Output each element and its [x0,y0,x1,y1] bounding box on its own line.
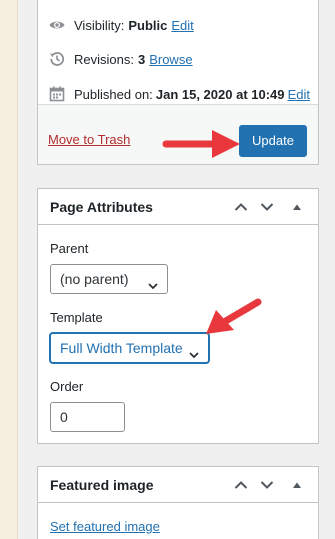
editor-background-strip [0,0,18,539]
chevron-down-icon[interactable] [258,198,276,216]
select-chevron-icon [188,342,200,359]
parent-select[interactable]: (no parent) [50,264,168,294]
chevron-down-icon[interactable] [258,476,276,494]
visibility-edit-link[interactable]: Edit [171,18,193,33]
parent-label: Parent [50,241,89,256]
featured-image-header: Featured image [38,467,318,503]
parent-select-value: (no parent) [60,271,129,287]
visibility-label: Visibility: [74,17,125,33]
chevron-up-icon[interactable] [232,198,250,216]
move-to-trash-link[interactable]: Move to Trash [48,132,130,147]
page-attributes-box: Page Attributes Parent (no parent) Templ… [37,188,319,444]
toggle-arrow-icon[interactable] [288,476,306,494]
revisions-label: Revisions: [74,51,134,67]
visibility-row: Visibility: Public Edit [48,15,310,35]
revisions-browse-link[interactable]: Browse [149,52,192,67]
featured-image-box: Featured image Set featured image [37,466,319,539]
published-date: Jan 15, 2020 at 10:49 [155,86,285,102]
eye-icon [48,16,66,34]
revisions-count: 3 [137,51,146,67]
published-label: Published on: [74,86,153,102]
page-attributes-header: Page Attributes [38,189,318,225]
annotation-arrow-update [162,130,240,158]
chevron-up-icon[interactable] [232,476,250,494]
annotation-arrow-template [206,298,262,334]
toggle-arrow-icon[interactable] [288,198,306,216]
featured-image-title: Featured image [50,477,154,493]
order-label: Order [50,379,84,394]
published-row: Published on: Jan 15, 2020 at 10:49 Edit [48,84,310,104]
select-chevron-icon [147,273,159,290]
history-icon [48,50,66,68]
template-select-value: Full Width Template [60,340,183,356]
revisions-row: Revisions: 3 Browse [48,49,310,69]
template-select[interactable]: Full Width Template [50,333,209,363]
visibility-value: Public [128,17,168,33]
order-input[interactable]: 0 [50,402,125,432]
published-edit-link[interactable]: Edit [288,87,310,102]
page-attributes-title: Page Attributes [50,199,153,215]
calendar-icon [48,85,66,103]
set-featured-image-link[interactable]: Set featured image [50,519,160,534]
template-label: Template [50,310,103,325]
